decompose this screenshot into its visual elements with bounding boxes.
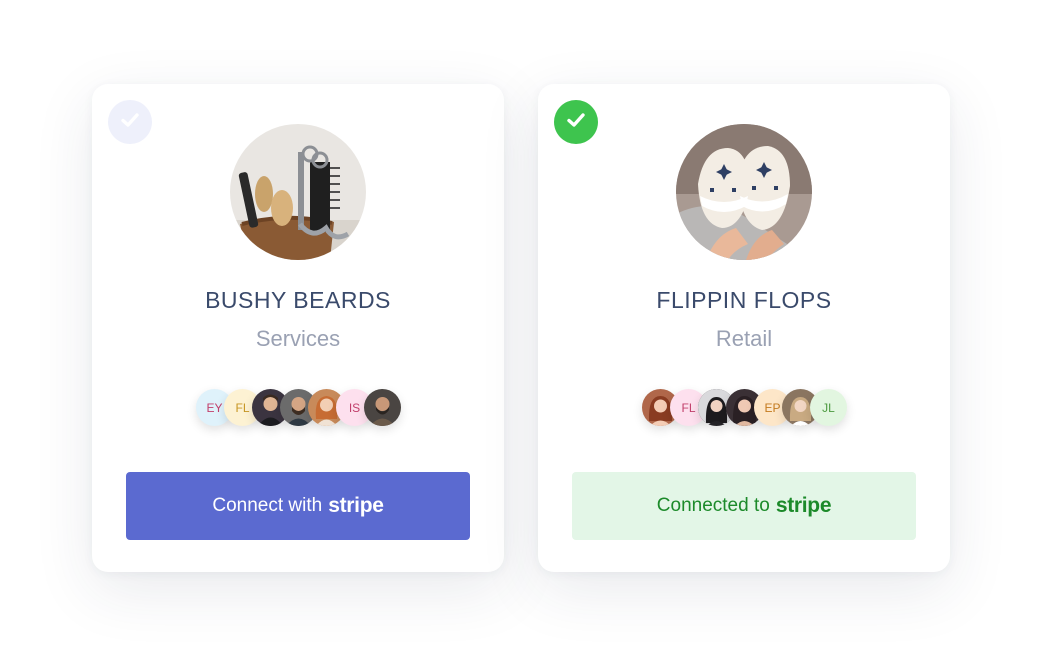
connected-stripe-button[interactable]: Connected to stripe [572, 472, 916, 540]
stripe-logo: stripe [328, 494, 384, 517]
connect-stripe-button[interactable]: Connect with stripe [126, 472, 470, 540]
business-card-bushy-beards[interactable]: BUSHY BEARDS Services EY FL IS Connect w… [92, 84, 504, 572]
select-checkbox[interactable] [108, 100, 152, 144]
business-photo [230, 124, 366, 260]
button-label: Connect with [212, 495, 323, 516]
stripe-logo: stripe [775, 494, 832, 517]
check-icon [565, 109, 587, 136]
team-avatar-initials: JL [810, 389, 847, 426]
team-avatars: FL EP JL [538, 389, 950, 426]
business-category: Services [255, 326, 341, 351]
business-card-flippin-flops[interactable]: FLIPPIN FLOPS Retail FL EP JL Connected … [538, 84, 950, 572]
team-avatar-photo [364, 389, 401, 426]
business-photo [676, 124, 812, 260]
business-category: Retail [715, 326, 773, 351]
person-photo-icon [370, 397, 395, 426]
business-name: BUSHY BEARDS [205, 287, 391, 313]
business-name: FLIPPIN FLOPS [656, 287, 832, 313]
select-checkbox[interactable] [554, 100, 598, 144]
check-icon [119, 109, 141, 136]
button-label: Connected to [656, 495, 770, 516]
team-avatars: EY FL IS [92, 389, 504, 426]
